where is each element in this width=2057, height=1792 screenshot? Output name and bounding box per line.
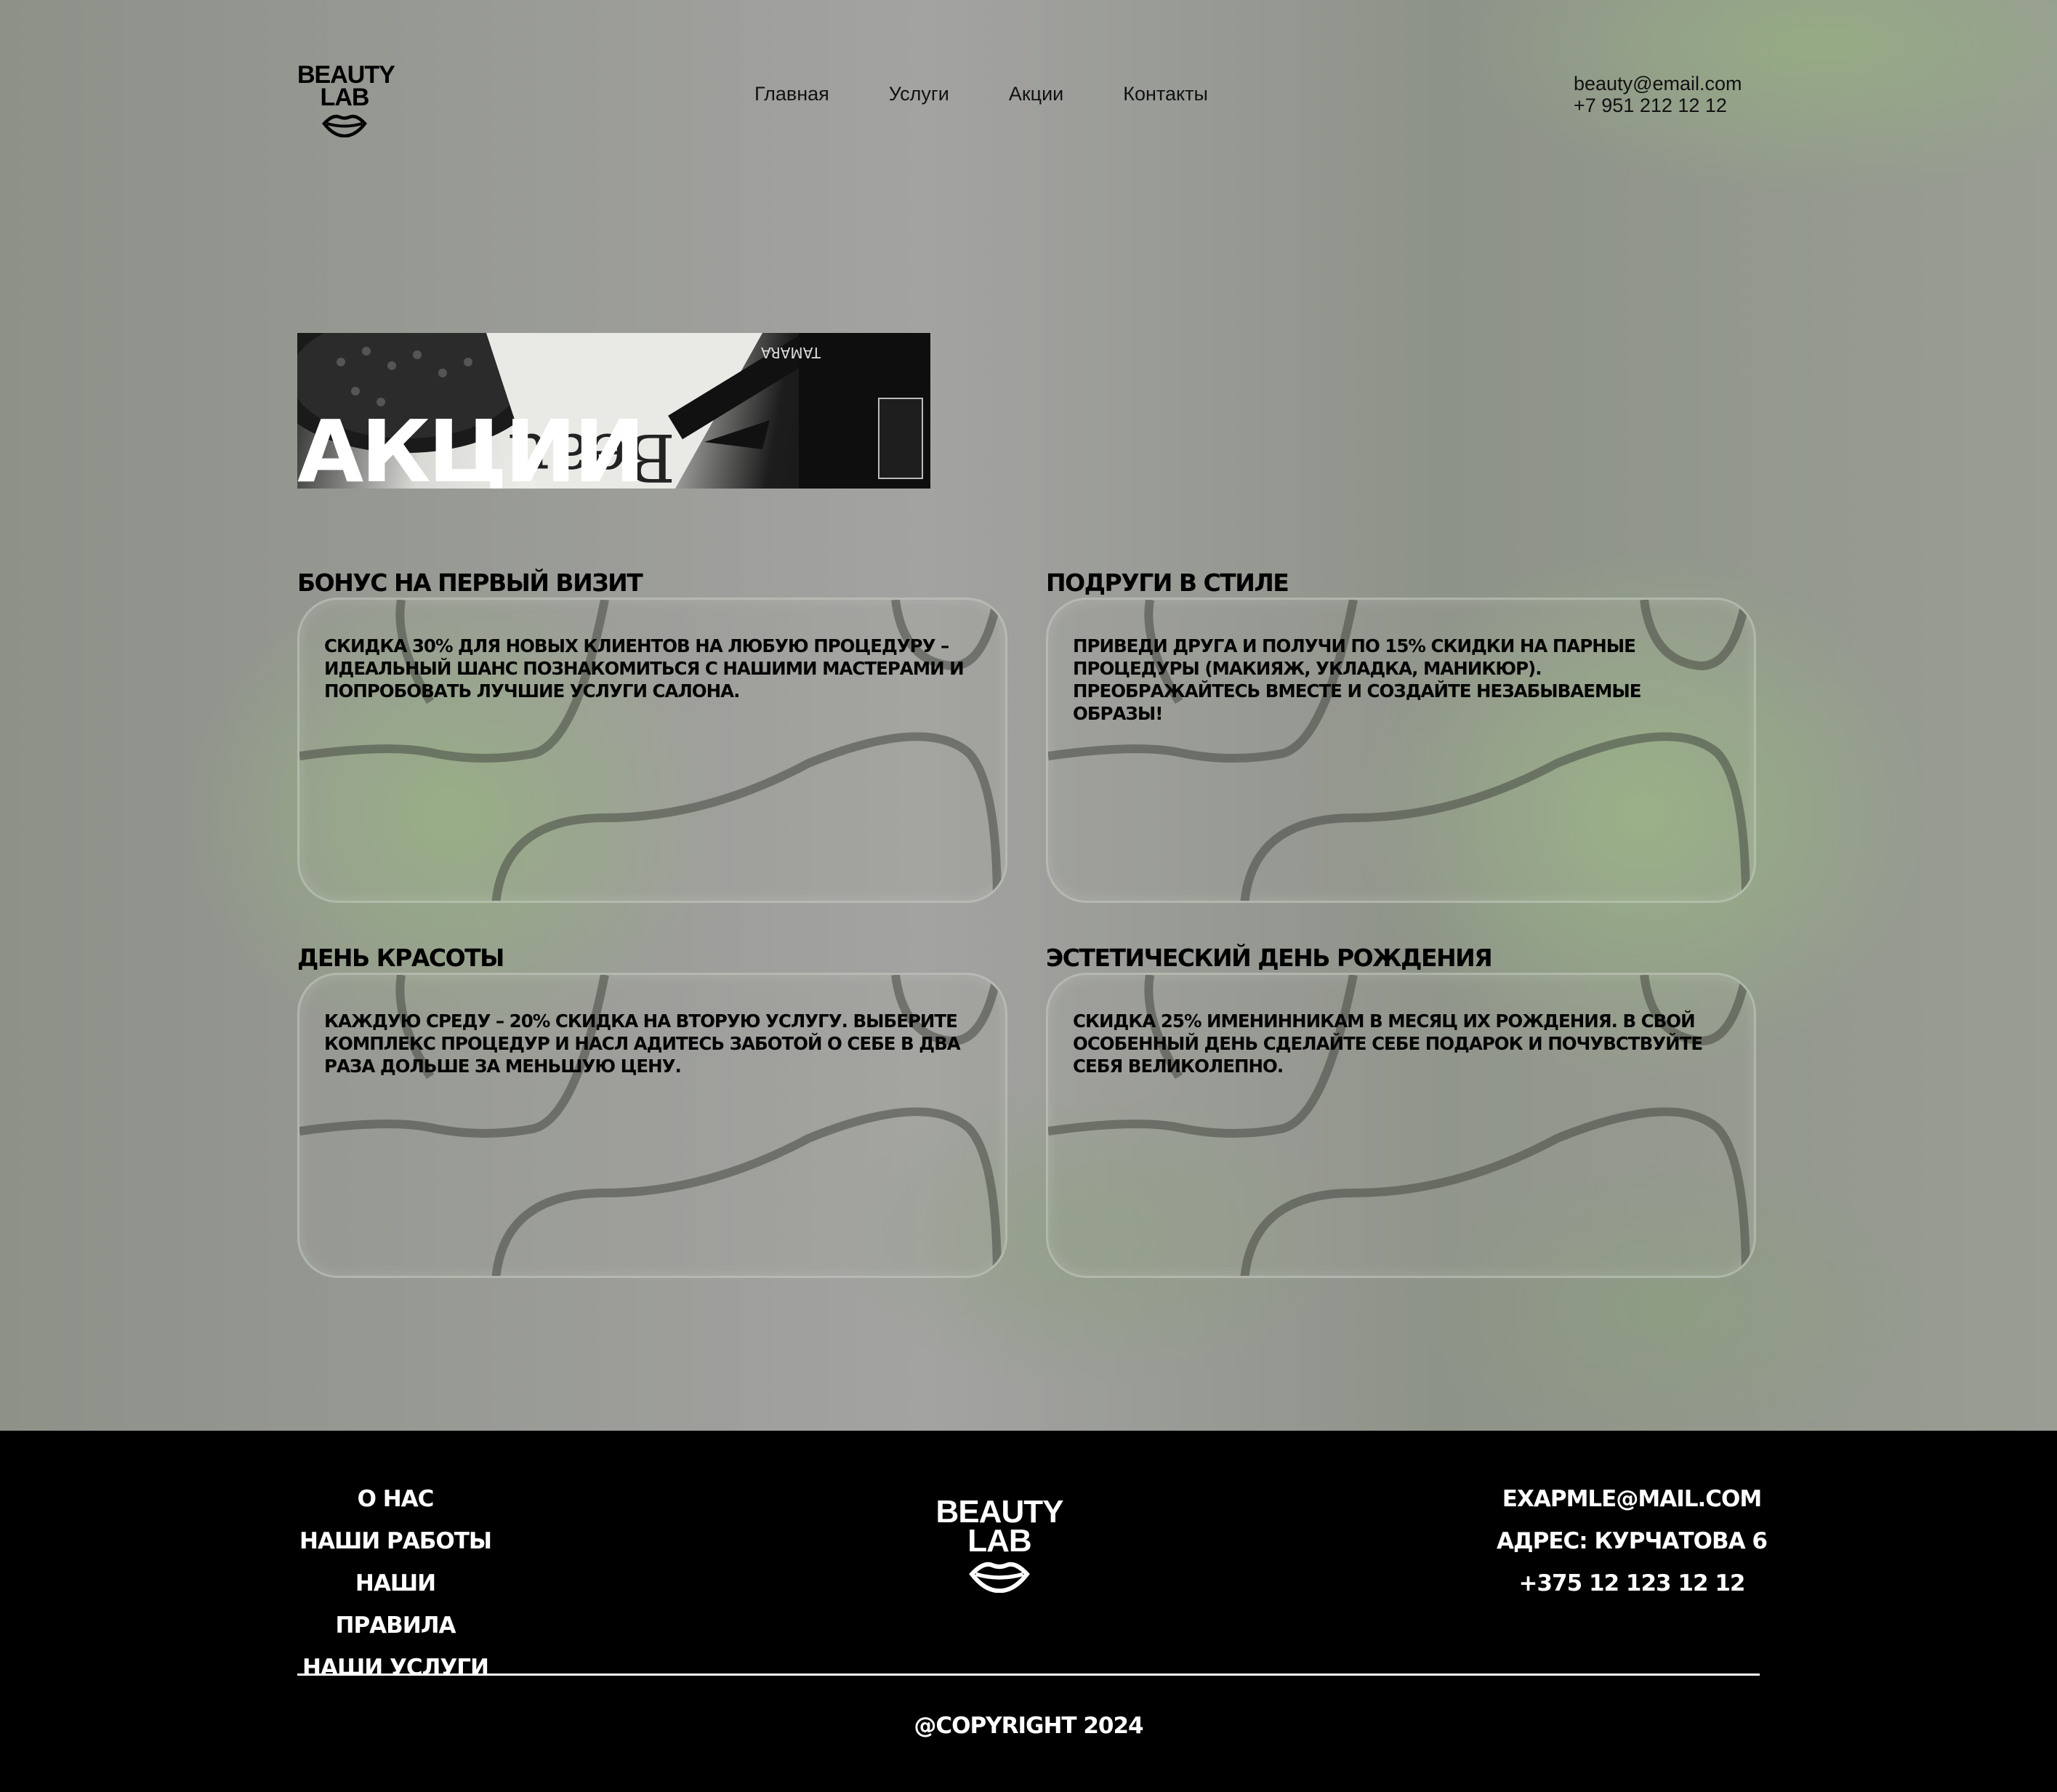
header-contacts: beauty@email.com +7 951 212 12 12	[1574, 73, 1742, 116]
logo-line2: LAB	[967, 1523, 1031, 1559]
promo-card-first-visit: Скидка 30% для новых клиентов на любую п…	[297, 598, 1007, 903]
promo-title-birthday: ЭСТЕТИЧЕСКИЙ ДЕНЬ РОЖДЕНИЯ	[1046, 944, 1493, 972]
svg-text:TAMARA: TAMARA	[761, 344, 821, 361]
footer-link-about[interactable]: О НАС	[297, 1478, 494, 1520]
footer-address: АДРЕС: КУРЧАТОВА 6	[1497, 1528, 1768, 1554]
footer-email[interactable]: EXAPMLE@MAIL.COM	[1490, 1478, 1774, 1520]
footer-links: О НАС НАШИ РАБОТЫ НАШИ ПРАВИЛА НАШИ УСЛУ…	[297, 1478, 494, 1689]
promo-title-beauty-day: ДЕНЬ КРАСОТЫ	[297, 944, 504, 972]
promo-title-first-visit: БОНУС НА ПЕРВЫЙ ВИЗИТ	[297, 568, 643, 597]
footer-link-services[interactable]: НАШИ УСЛУГИ	[297, 1647, 494, 1689]
header-phone[interactable]: +7 951 212 12 12	[1574, 95, 1742, 116]
nav-services[interactable]: Услуги	[889, 83, 949, 105]
nav-promotions[interactable]: Акции	[1009, 83, 1063, 105]
promo-card-friends: Приведи друга и получи по 15% скидки на …	[1046, 598, 1756, 903]
promo-text: Скидка 30% для новых клиентов на любую п…	[324, 635, 965, 702]
logo-line2: LAB	[320, 84, 370, 112]
header-email[interactable]: beauty@email.com	[1574, 73, 1742, 95]
header-logo[interactable]: BEAUTY LAB	[297, 63, 395, 137]
promo-text: Приведи друга и получи по 15% скидки на …	[1073, 635, 1642, 724]
footer-link-works[interactable]: НАШИ РАБОТЫ	[297, 1520, 494, 1562]
nav-home[interactable]: Главная	[754, 83, 829, 105]
footer-contacts: EXAPMLE@MAIL.COM АДРЕС: КУРЧАТОВА 6 +375…	[1490, 1478, 1774, 1604]
footer-logo[interactable]: BEAUTY LAB	[930, 1496, 1068, 1593]
promo-text: Каждую среду – 20% скидка на вторую услу…	[324, 1010, 961, 1077]
main-nav: Главная Услуги Акции Контакты	[754, 83, 1208, 105]
hero-banner: Beau TAMARA АКЦИИ	[297, 333, 930, 489]
lips-icon	[969, 1562, 1030, 1593]
footer-divider	[297, 1674, 1760, 1676]
promo-text: Скидка 25% именинникам в месяц их рожден…	[1073, 1010, 1703, 1077]
footer-link-rules[interactable]: НАШИ ПРАВИЛА	[297, 1562, 494, 1647]
footer-phone[interactable]: +375 12 123 12 12	[1490, 1562, 1774, 1604]
nav-contacts[interactable]: Контакты	[1123, 83, 1208, 105]
page-title: АКЦИИ	[297, 401, 645, 489]
copyright: @COPYRIGHT 2024	[914, 1713, 1143, 1739]
promo-title-friends: ПОДРУГИ В СТИЛЕ	[1046, 568, 1289, 597]
lips-icon	[322, 114, 367, 137]
promo-card-birthday: Скидка 25% именинникам в месяц их рожден…	[1046, 973, 1756, 1278]
promo-card-beauty-day: Каждую среду – 20% скидка на вторую услу…	[297, 973, 1007, 1278]
